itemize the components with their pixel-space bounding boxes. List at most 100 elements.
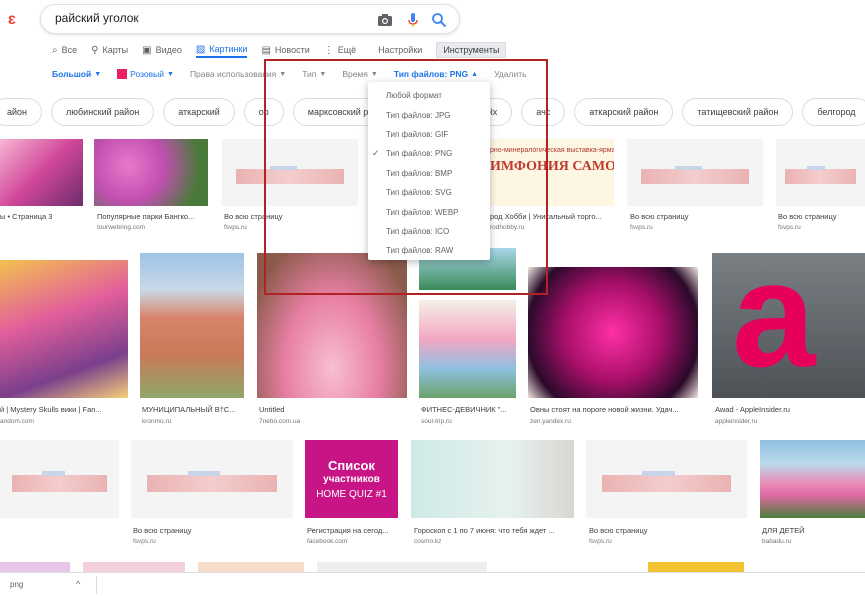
result-title[interactable]: Во всю страницу bbox=[589, 526, 648, 535]
result-source[interactable]: tourwebring.com bbox=[97, 224, 145, 231]
caret-down-icon: ▼ bbox=[279, 70, 287, 78]
result-source[interactable]: babadu.ru bbox=[762, 538, 791, 545]
tab-more[interactable]: ⋮ Ещё bbox=[324, 42, 356, 58]
video-icon: ▣ bbox=[142, 44, 152, 56]
tab-settings[interactable]: Настройки bbox=[378, 42, 422, 58]
result-source[interactable]: fsvps.ru bbox=[133, 538, 156, 545]
tab-all[interactable]: ⌕ Все bbox=[52, 42, 77, 58]
chip[interactable]: айон bbox=[0, 98, 43, 126]
tab-images[interactable]: ▨ Картинки bbox=[195, 42, 248, 58]
filter-bar: Большой ▼ Розовый ▼ Права использования ▼ Т… bbox=[52, 69, 543, 79]
rights-filter[interactable]: Права использования ▼ bbox=[190, 69, 286, 79]
type-filter[interactable]: Тип ▼ bbox=[302, 69, 326, 79]
result-title[interactable]: род Хобби | Уникальный торго... bbox=[490, 212, 614, 221]
result-source[interactable]: zen.yandex.ru bbox=[530, 418, 571, 425]
tab-news[interactable]: ▤ Новости bbox=[261, 42, 309, 58]
result-image[interactable] bbox=[0, 440, 119, 518]
filetype-option-any[interactable]: Любой формат bbox=[368, 86, 490, 105]
result-title[interactable]: МУНИЦИПАЛЬНЫЙ В†С... bbox=[142, 405, 246, 414]
chevron-up-icon[interactable]: ^ bbox=[76, 579, 80, 589]
download-filename[interactable]: png bbox=[10, 580, 23, 589]
result-title[interactable]: й | Mystery Skulls вики | Fan... bbox=[0, 405, 128, 414]
tab-video[interactable]: ▣ Видео bbox=[142, 42, 182, 58]
chip[interactable]: аткарский район bbox=[574, 98, 674, 126]
result-image[interactable] bbox=[528, 267, 698, 398]
result-title[interactable]: Во всю страницу bbox=[224, 212, 283, 221]
result-image[interactable]: рно-минералогическая выставка-ярмарк ИМФ… bbox=[490, 139, 614, 206]
result-title[interactable]: Во всю страницу bbox=[778, 212, 837, 221]
result-title[interactable]: Awad - AppleInsider.ru bbox=[715, 405, 790, 414]
result-title[interactable]: ДЛЯ ДЕТЕЙ bbox=[762, 526, 805, 535]
camera-icon[interactable] bbox=[377, 12, 393, 28]
filetype-option-gif[interactable]: Тип файлов: GIF bbox=[368, 125, 490, 144]
result-source[interactable]: facebook.com bbox=[307, 538, 347, 545]
caret-down-icon: ▼ bbox=[94, 70, 102, 78]
result-source[interactable]: fsvps.ru bbox=[224, 224, 247, 231]
result-title[interactable]: ФИТНЕС-ДЕВИЧНИК "... bbox=[421, 405, 517, 414]
result-image[interactable] bbox=[760, 440, 865, 518]
google-logo[interactable]: ɛ bbox=[8, 11, 16, 29]
chip[interactable]: ачс bbox=[521, 98, 566, 126]
result-image[interactable]: Список участников HOME QUIZ #1 bbox=[305, 440, 398, 518]
map-pin-icon: ⚲ bbox=[91, 44, 99, 56]
result-title[interactable]: Овны стоят на пороге новой жизни. Удач..… bbox=[530, 405, 696, 414]
tab-tools[interactable]: Инструменты bbox=[436, 42, 507, 58]
result-source[interactable]: fsvps.ru bbox=[589, 538, 612, 545]
result-image[interactable] bbox=[222, 139, 358, 206]
color-swatch bbox=[117, 69, 128, 79]
chip[interactable]: татищевский район bbox=[682, 98, 794, 126]
result-source[interactable]: cosmo.kz bbox=[414, 538, 441, 545]
filetype-option-raw[interactable]: Тип файлов: RAW bbox=[368, 241, 490, 260]
search-box[interactable] bbox=[40, 4, 460, 34]
result-image[interactable] bbox=[94, 139, 208, 206]
result-title[interactable]: Регистрация на сегод... bbox=[307, 526, 399, 535]
color-filter[interactable]: Розовый ▼ bbox=[117, 69, 174, 79]
appleinsider-logo: a bbox=[732, 253, 816, 398]
size-filter[interactable]: Большой ▼ bbox=[52, 69, 101, 79]
result-image[interactable] bbox=[131, 440, 293, 518]
result-image[interactable] bbox=[411, 440, 574, 518]
result-source[interactable]: fsvps.ru bbox=[630, 224, 653, 231]
result-image[interactable] bbox=[627, 139, 763, 206]
tab-maps[interactable]: ⚲ Карты bbox=[91, 42, 128, 58]
result-image[interactable] bbox=[419, 300, 516, 398]
result-image[interactable] bbox=[0, 139, 83, 206]
result-source[interactable]: appleinsider.ru bbox=[715, 418, 757, 425]
result-title[interactable]: Untitled bbox=[259, 405, 284, 414]
chip[interactable]: оо bbox=[243, 98, 284, 126]
result-image[interactable] bbox=[257, 253, 407, 398]
result-title[interactable]: Гороскоп с 1 по 7 июня: что тебя ждет ..… bbox=[414, 526, 572, 535]
result-image[interactable] bbox=[586, 440, 747, 518]
filetype-filter[interactable]: Тип файлов: PNG ▲ bbox=[394, 69, 478, 79]
result-source[interactable]: fsvps.ru bbox=[778, 224, 801, 231]
search-input[interactable] bbox=[55, 11, 355, 25]
caret-down-icon: ▼ bbox=[370, 70, 378, 78]
result-image[interactable] bbox=[776, 139, 865, 206]
result-title[interactable]: Во всю страницу bbox=[630, 212, 689, 221]
result-title[interactable]: Популярные парки Бангко... bbox=[97, 212, 209, 221]
search-icon[interactable] bbox=[431, 12, 447, 28]
result-image[interactable]: a bbox=[712, 253, 865, 398]
result-image[interactable] bbox=[140, 253, 244, 398]
chip[interactable]: любинский район bbox=[51, 98, 155, 126]
time-filter[interactable]: Время ▼ bbox=[342, 69, 378, 79]
filetype-option-jpg[interactable]: Тип файлов: JPG bbox=[368, 105, 490, 124]
result-source[interactable]: andom.com bbox=[0, 418, 34, 425]
result-title[interactable]: ы • Страница 3 bbox=[0, 212, 83, 221]
filetype-option-webp[interactable]: Тип файлов: WEBP bbox=[368, 202, 490, 221]
news-icon: ▤ bbox=[261, 44, 271, 56]
result-title[interactable]: Во всю страницу bbox=[133, 526, 192, 535]
filetype-option-ico[interactable]: Тип файлов: ICO bbox=[368, 222, 490, 241]
result-source[interactable]: kronmo.ru bbox=[142, 418, 171, 425]
remove-filters-link[interactable]: Удалить bbox=[494, 69, 526, 79]
result-source[interactable]: soul-trip.ru bbox=[421, 418, 452, 425]
filetype-option-png[interactable]: ✓ Тип файлов: PNG bbox=[368, 144, 490, 163]
chip[interactable]: аткарский bbox=[163, 98, 235, 126]
result-source[interactable]: 7nebo.com.ua bbox=[259, 418, 300, 425]
filetype-option-bmp[interactable]: Тип файлов: BMP bbox=[368, 164, 490, 183]
microphone-icon[interactable] bbox=[405, 12, 421, 28]
chip[interactable]: белгород bbox=[802, 98, 865, 126]
result-image[interactable] bbox=[0, 260, 128, 398]
filetype-option-svg[interactable]: Тип файлов: SVG bbox=[368, 183, 490, 202]
result-source[interactable]: rodhobby.ru bbox=[490, 224, 524, 231]
